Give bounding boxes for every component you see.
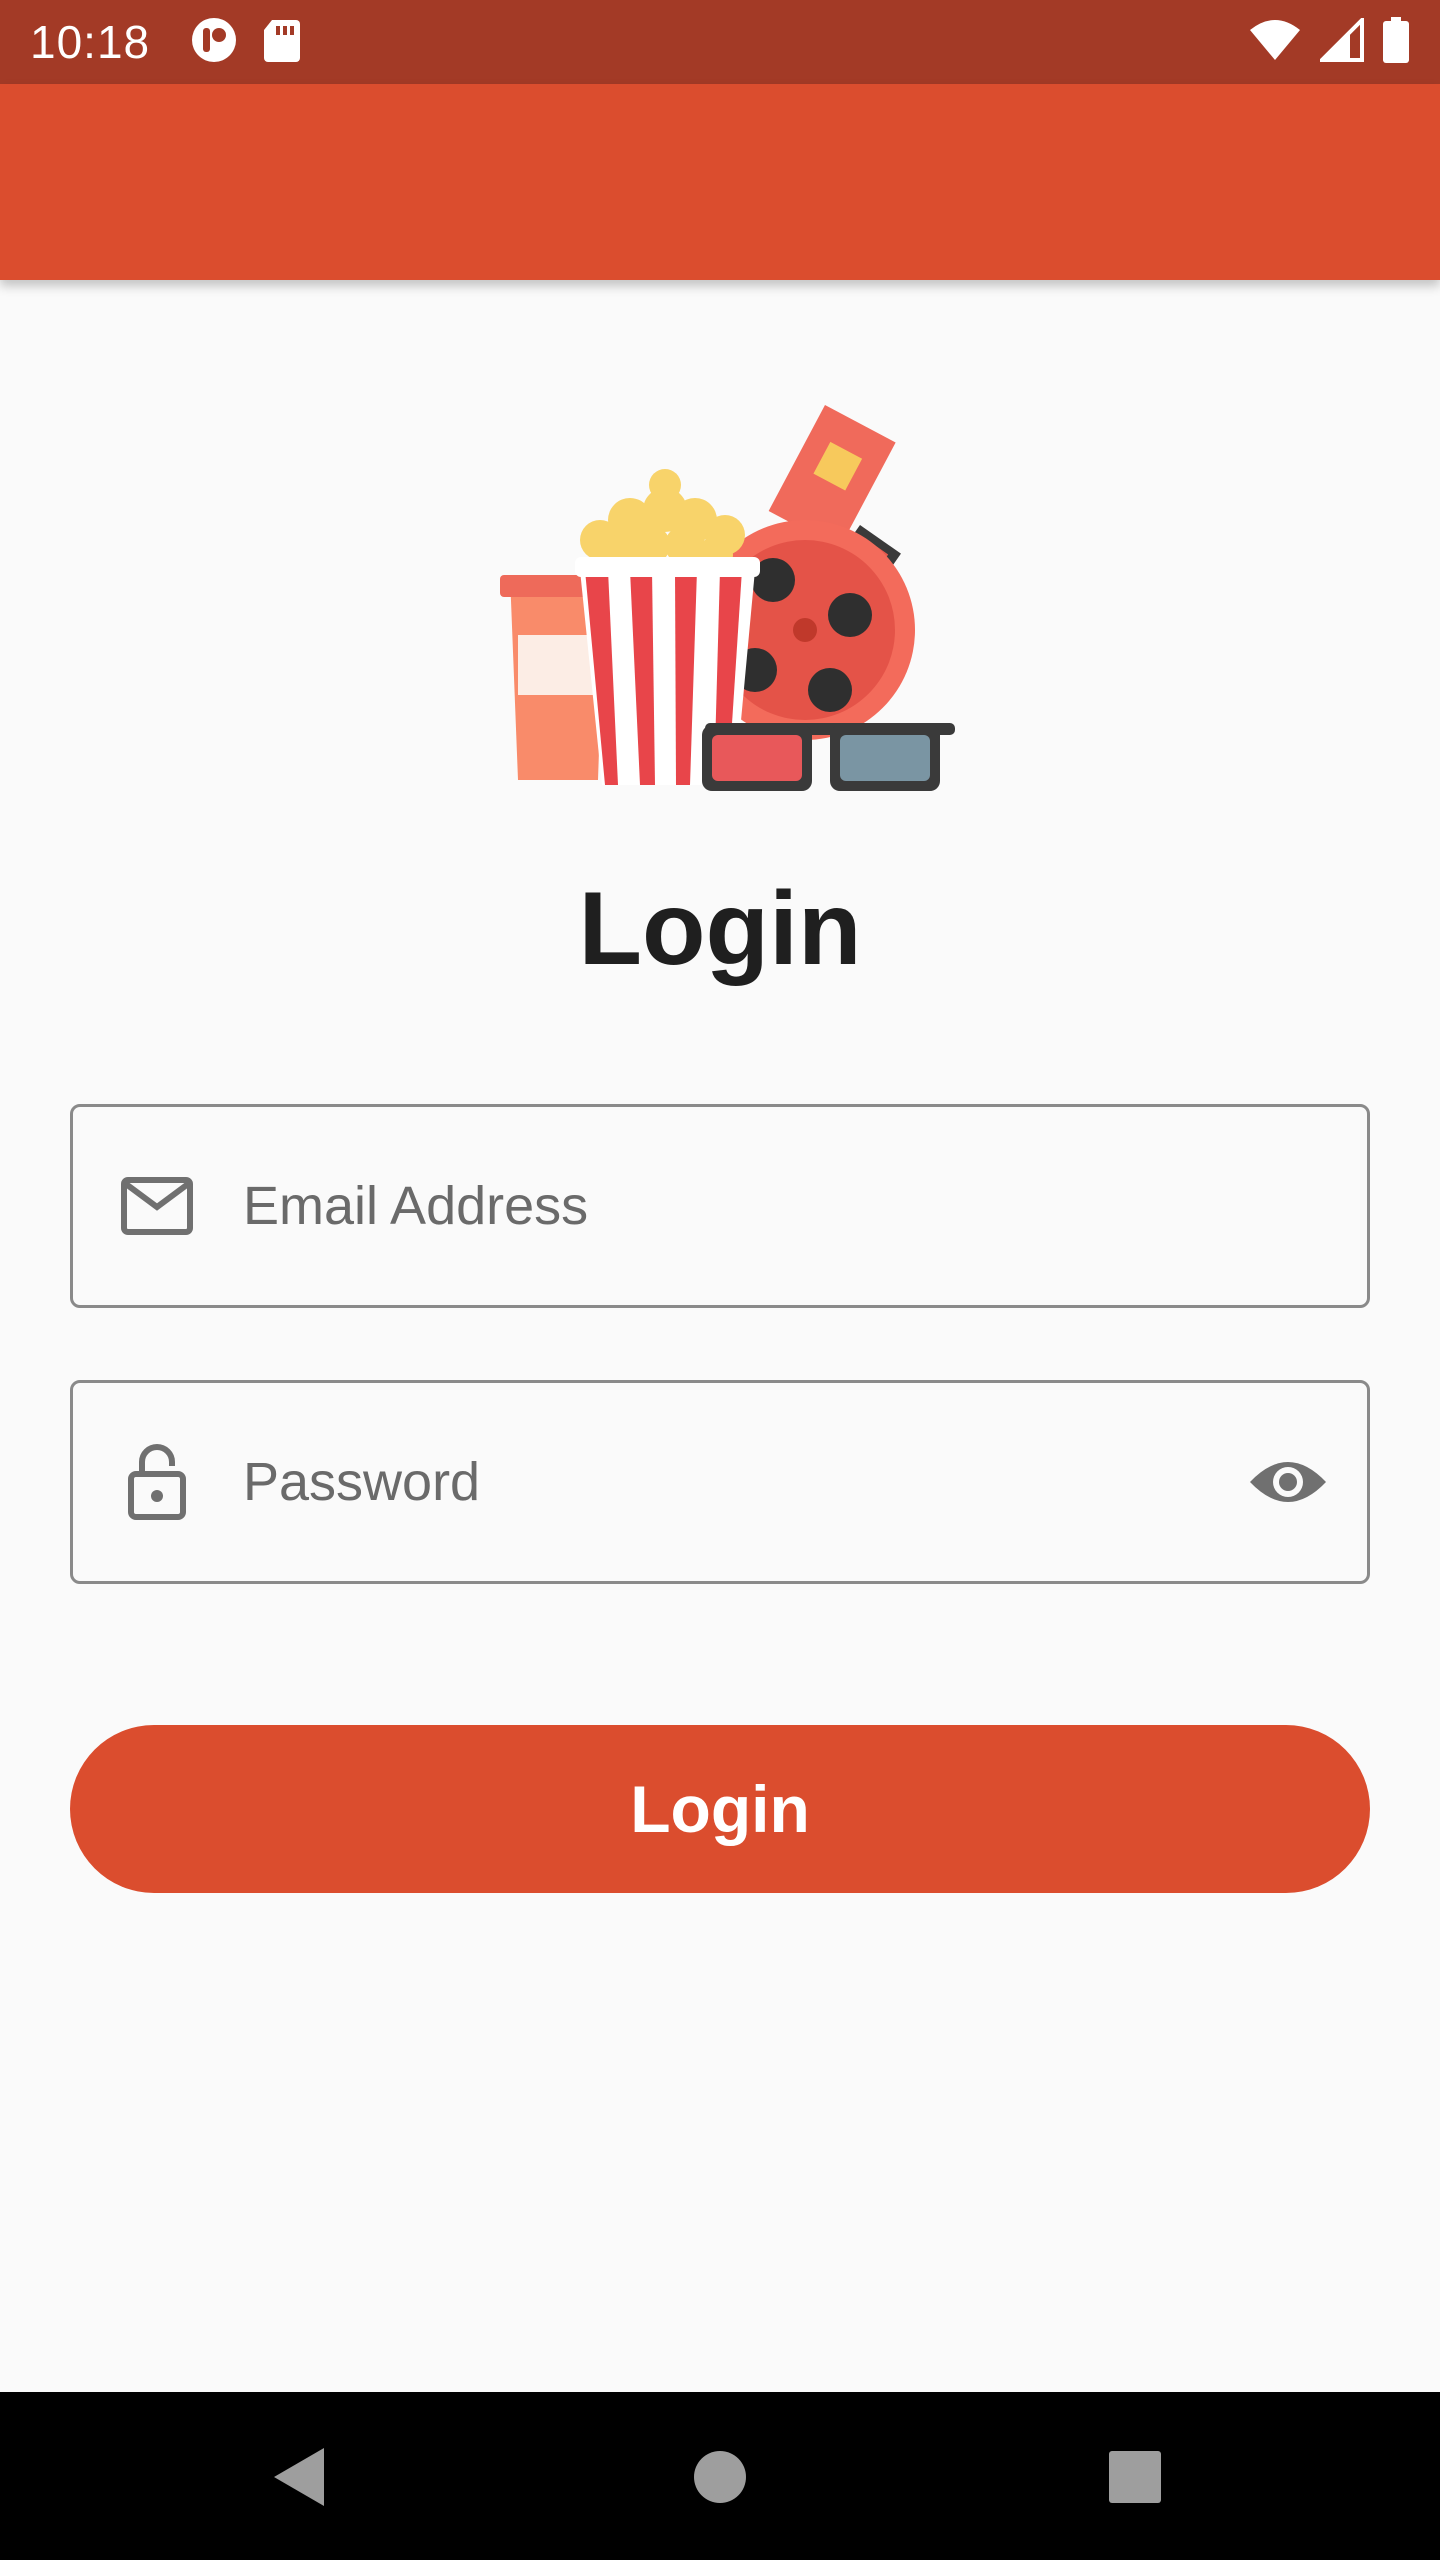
status-notification-icons	[190, 16, 302, 69]
recents-icon[interactable]	[1090, 2432, 1180, 2522]
page-title: Login	[578, 871, 862, 987]
status-bar: 10:18	[0, 0, 1440, 84]
status-system-icons	[1248, 14, 1410, 68]
battery-icon	[1382, 16, 1410, 68]
login-button[interactable]: Login	[70, 1725, 1370, 1893]
password-field[interactable]	[70, 1380, 1370, 1584]
password-input[interactable]	[243, 1383, 1243, 1581]
sd-card-icon	[262, 18, 302, 67]
email-input[interactable]	[243, 1107, 1367, 1305]
cellular-signal-icon	[1317, 14, 1364, 67]
navigation-bar	[0, 2392, 1440, 2560]
lock-icon	[117, 1442, 197, 1522]
app-notification-icon	[190, 16, 238, 69]
wifi-icon	[1248, 18, 1302, 67]
home-icon[interactable]	[675, 2432, 765, 2522]
email-field[interactable]	[70, 1104, 1370, 1308]
eye-icon[interactable]	[1243, 1437, 1333, 1527]
mail-icon	[117, 1166, 197, 1246]
cinema-illustration	[490, 405, 960, 805]
back-icon[interactable]	[255, 2432, 345, 2522]
app-bar	[0, 84, 1440, 280]
status-time: 10:18	[30, 16, 151, 68]
